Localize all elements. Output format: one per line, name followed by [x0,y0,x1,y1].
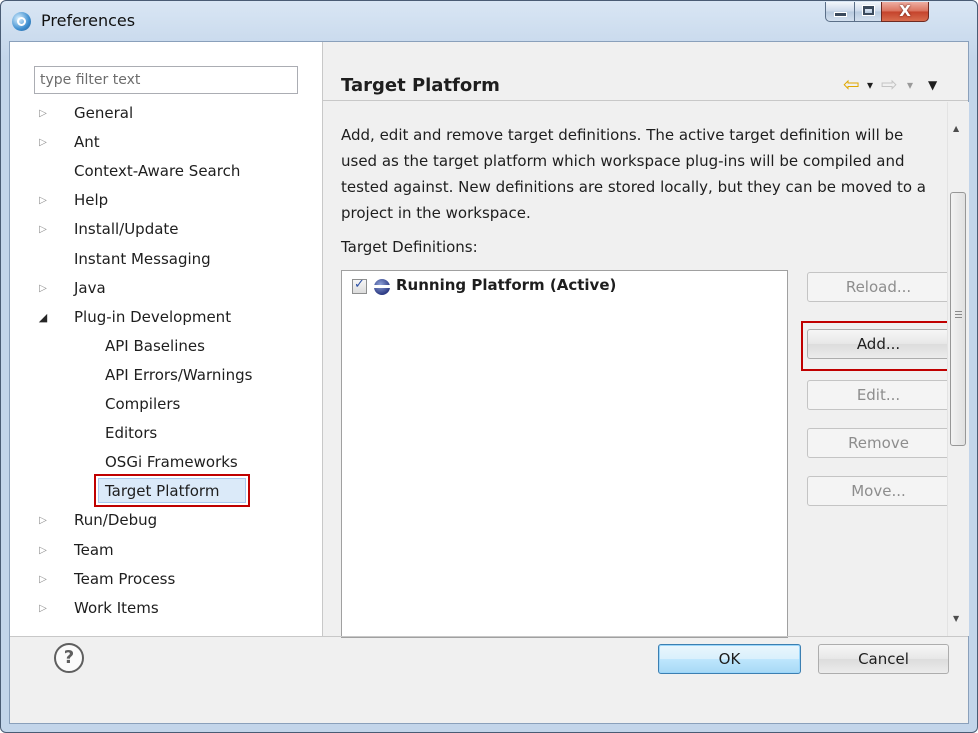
page-title: Target Platform [341,75,500,96]
add-button[interactable]: Add... [807,329,950,359]
tree-item-label: OSGi Frameworks [105,453,238,471]
tree-item-help[interactable]: ▷ Help [10,187,322,213]
cancel-button[interactable]: Cancel [818,644,949,674]
tree-item-work-items[interactable]: ▷ Work Items [10,595,322,621]
tree-item-label: Install/Update [74,220,179,238]
tree-item-team[interactable]: ▷ Team [10,537,322,563]
tree-item-label: Target Platform [105,482,220,500]
tree-item-install-update[interactable]: ▷ Install/Update [10,216,322,242]
tree-item-target-platform[interactable]: Target Platform [10,474,322,507]
tree-item-label: General [74,104,134,122]
scroll-down-icon[interactable]: ▼ [953,614,959,623]
back-menu-chevron-icon[interactable]: ▾ [867,78,873,92]
tree-item-label: Work Items [74,599,159,617]
tree-item-ant[interactable]: ▷ Ant [10,129,322,155]
scroll-up-icon[interactable]: ▲ [953,124,959,133]
page-content: Add, edit and remove target definitions.… [323,102,956,638]
page-header: Target Platform ⇦ ▾ ⇨ ▾ ▼ [323,42,968,101]
tree-item-label: Compilers [105,395,181,413]
grip-icon [955,311,962,312]
tree-item-label: Run/Debug [74,511,158,529]
definition-label: Running Platform (Active) [396,276,617,294]
checkmark-icon: ✓ [354,277,365,292]
target-definitions-label: Target Definitions: [341,238,478,256]
collapsed-arrow-icon[interactable]: ▷ [36,595,50,621]
tree-item-api-baselines[interactable]: API Baselines [10,333,322,359]
tree-item-java[interactable]: ▷ Java [10,275,322,301]
expanded-arrow-icon[interactable]: ◢ [36,304,50,330]
forward-arrow-icon[interactable]: ⇨ [881,72,898,96]
remove-button[interactable]: Remove [807,428,950,458]
tree-item-label: Team [74,541,114,559]
reload-button[interactable]: Reload... [807,272,950,302]
tree-item-label: API Baselines [105,337,205,355]
tree-item-run-debug[interactable]: ▷ Run/Debug [10,507,322,533]
tree-item-plug-in-development[interactable]: ◢ Plug-in Development [10,304,322,330]
window-title: Preferences [41,11,136,30]
collapsed-arrow-icon[interactable]: ▷ [36,537,50,563]
view-menu-icon[interactable]: ▼ [928,78,937,92]
close-icon: X [899,2,911,20]
move-button[interactable]: Move... [807,476,950,506]
collapsed-arrow-icon[interactable]: ▷ [36,275,50,301]
title-bar[interactable]: Preferences X [1,1,977,41]
tree-item-label: Plug-in Development [74,308,232,326]
tree-item-compilers[interactable]: Compilers [10,391,322,417]
filter-input[interactable] [34,66,298,94]
preferences-app-icon [12,12,31,31]
collapsed-arrow-icon[interactable]: ▷ [36,566,50,592]
tree-item-osgi-frameworks[interactable]: OSGi Frameworks [10,449,322,475]
collapsed-arrow-icon[interactable]: ▷ [36,100,50,126]
maximize-icon [862,5,875,16]
tree-item-label: Help [74,191,109,209]
collapsed-arrow-icon[interactable]: ▷ [36,507,50,533]
tree-item-context-aware-search[interactable]: Context-Aware Search [10,158,322,184]
dialog-client-area: ▷ General ▷ Ant Context-Aware Search ▷ Help ▷ In… [9,41,969,724]
preference-page: Target Platform ⇦ ▾ ⇨ ▾ ▼ Add, edit and … [323,42,969,638]
tree-item-label: Editors [105,424,158,442]
close-button[interactable]: X [881,2,929,22]
tree-item-general[interactable]: ▷ General [10,100,322,126]
active-checkbox[interactable]: ✓ [352,277,367,294]
tree-item-team-process[interactable]: ▷ Team Process [10,566,322,592]
tree-item-editors[interactable]: Editors [10,420,322,446]
collapsed-arrow-icon[interactable]: ▷ [36,129,50,155]
help-icon[interactable]: ? [54,643,84,673]
maximize-button[interactable] [854,2,882,22]
tree-item-label: Java [74,279,106,297]
vertical-scrollbar[interactable]: ▲ ▼ [947,102,969,636]
forward-menu-chevron-icon[interactable]: ▾ [907,78,913,92]
tree-item-label: Team Process [74,570,176,588]
target-platform-icon [374,279,390,295]
minimize-button[interactable] [825,2,855,22]
preferences-tree-pane: ▷ General ▷ Ant Context-Aware Search ▷ Help ▷ In… [10,42,323,636]
tree-item-label: Instant Messaging [74,250,211,268]
preferences-window: Preferences X ▷ General ▷ Ant Context-Aware … [0,0,978,733]
collapsed-arrow-icon[interactable]: ▷ [36,187,50,213]
tree-item-label: API Errors/Warnings [105,366,253,384]
scroll-thumb[interactable] [950,192,966,446]
collapsed-arrow-icon[interactable]: ▷ [36,216,50,242]
target-definitions-list[interactable]: ✓ Running Platform (Active) [341,270,788,638]
minimize-icon [835,13,846,16]
back-arrow-icon[interactable]: ⇦ [843,72,860,96]
tree-item-api-errors-warnings[interactable]: API Errors/Warnings [10,362,322,388]
page-description: Add, edit and remove target definitions.… [341,126,926,222]
tree-item-instant-messaging[interactable]: Instant Messaging [10,246,322,272]
edit-button[interactable]: Edit... [807,380,950,410]
tree-item-label: Context-Aware Search [74,162,241,180]
tree-item-label: Ant [74,133,100,151]
footer-divider [10,636,968,637]
list-item[interactable]: ✓ Running Platform (Active) [342,271,787,301]
ok-button[interactable]: OK [658,644,801,674]
